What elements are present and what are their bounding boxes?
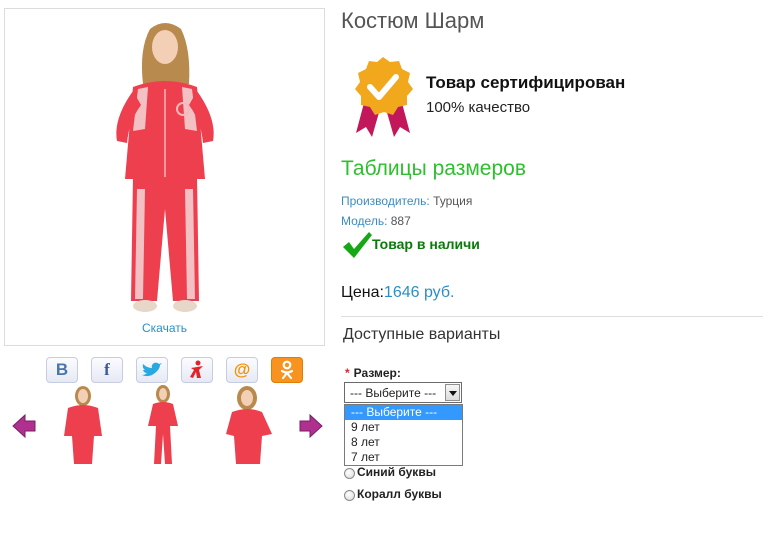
- dropdown-option[interactable]: --- Выберите ---: [345, 405, 462, 420]
- thumbnail-image[interactable]: [56, 384, 111, 466]
- required-mark: *: [345, 366, 350, 380]
- size-dropdown-list: --- Выберите --- 9 лет 8 лет 7 лет: [344, 404, 463, 466]
- girl-suit-photo: [116, 23, 214, 312]
- certificate-title: Товар сертифицирован: [426, 73, 626, 92]
- moimir-icon[interactable]: [181, 357, 213, 383]
- size-table-link[interactable]: Таблицы размеров: [341, 157, 526, 181]
- size-select[interactable]: --- Выберите ---: [344, 382, 462, 403]
- manufacturer-label: Производитель:: [341, 194, 430, 208]
- in-stock-check-icon: [343, 232, 372, 258]
- model-label: Модель:: [341, 214, 388, 228]
- radio-option-blue[interactable]: Синий буквы: [344, 465, 436, 479]
- model-value: 887: [390, 214, 411, 228]
- twitter-bird-shape: [142, 362, 162, 377]
- radio-option-coral[interactable]: Коралл буквы: [344, 487, 442, 501]
- thumbnail-image[interactable]: [222, 384, 277, 466]
- product-title: Костюм Шарм: [341, 8, 485, 33]
- divider: [341, 316, 763, 317]
- price-row: Цена:1646 руб.: [341, 284, 454, 302]
- dropdown-option[interactable]: 7 лет: [345, 450, 462, 465]
- certificate-badge-icon: [355, 57, 413, 137]
- manufacturer-value: Турция: [433, 194, 473, 208]
- main-product-image[interactable]: Скачать: [4, 8, 325, 346]
- dropdown-option[interactable]: 8 лет: [345, 435, 462, 450]
- facebook-icon-glyph: f: [104, 360, 110, 379]
- size-label: * Размер:: [345, 366, 401, 380]
- stock-status: Товар в наличи: [372, 236, 480, 252]
- radio-button[interactable]: [344, 468, 355, 479]
- price-value: 1646 руб.: [383, 284, 455, 301]
- arrow-right-icon[interactable]: [298, 412, 324, 440]
- dropdown-option[interactable]: 9 лет: [345, 420, 462, 435]
- radio-label: Синий буквы: [357, 465, 436, 479]
- mail-icon[interactable]: @: [226, 357, 258, 383]
- certificate-subtitle: 100% качество: [426, 99, 531, 116]
- download-link[interactable]: Скачать: [5, 321, 324, 335]
- share-buttons: B f @: [46, 357, 303, 383]
- moimir-figure-shape: [190, 360, 203, 378]
- vk-icon-glyph: B: [55, 360, 69, 379]
- size-select-value: --- Выберите ---: [350, 386, 437, 400]
- odnoklassniki-icon[interactable]: [271, 357, 303, 383]
- price-label: Цена:: [341, 284, 384, 301]
- variants-heading: Доступные варианты: [343, 326, 501, 343]
- model-row: Модель: 887: [341, 214, 411, 228]
- chevron-down-icon[interactable]: [445, 384, 460, 401]
- radio-button[interactable]: [344, 490, 355, 501]
- thumbnail-image[interactable]: [136, 384, 191, 466]
- facebook-icon[interactable]: f: [91, 357, 123, 383]
- radio-label: Коралл буквы: [357, 487, 442, 501]
- arrow-left-icon[interactable]: [11, 412, 37, 440]
- size-label-text: Размер:: [353, 366, 401, 380]
- manufacturer-row: Производитель: Турция: [341, 194, 472, 208]
- vk-icon[interactable]: B: [46, 357, 78, 383]
- mail-icon-glyph: @: [233, 360, 251, 379]
- twitter-icon[interactable]: [136, 357, 168, 383]
- ok-figure-shape: [280, 360, 294, 380]
